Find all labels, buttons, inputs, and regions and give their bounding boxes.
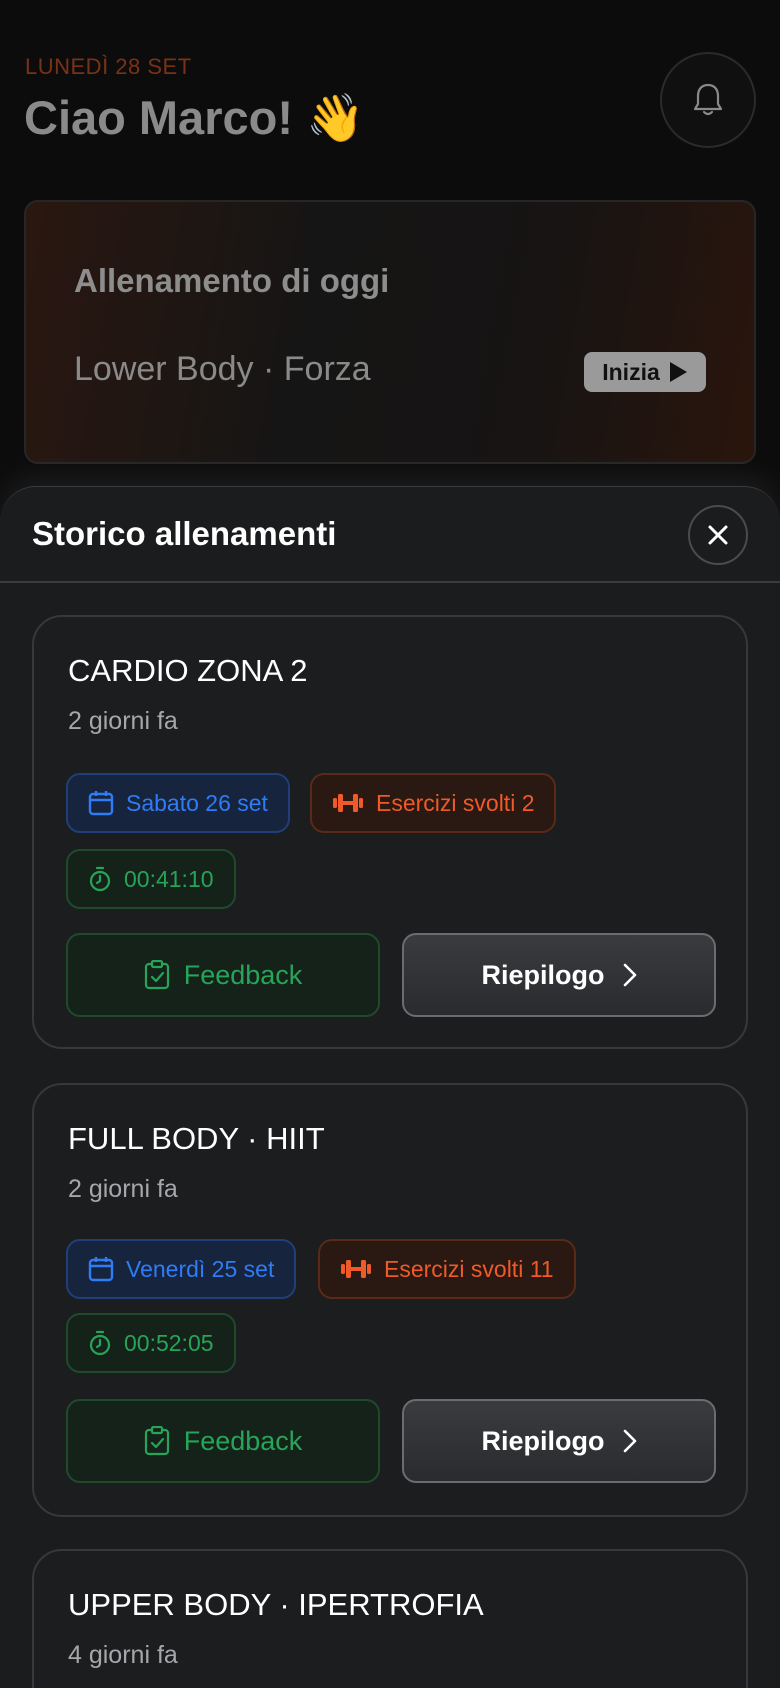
chevron-right-icon: [623, 963, 637, 987]
workout-title: FULL BODY · HIIT: [68, 1121, 325, 1156]
workout-relative-time: 4 giorni fa: [68, 1641, 178, 1669]
dumbbell-icon: [332, 791, 364, 815]
duration-chip: 00:52:05: [66, 1313, 236, 1373]
duration-chip: 00:41:10: [66, 849, 236, 909]
clipboard-check-icon: [144, 960, 170, 990]
notifications-button[interactable]: [660, 52, 756, 148]
exercises-count: Esercizi svolti 2: [376, 789, 535, 816]
exercises-count: Esercizi svolti 11: [384, 1255, 554, 1282]
start-label: Inizia: [602, 358, 660, 385]
stopwatch-icon: [88, 866, 112, 892]
workout-card[interactable]: FULL BODY · HIIT 2 giorni fa Venerdì 25 …: [32, 1083, 748, 1517]
close-icon: [707, 524, 729, 546]
start-workout-button[interactable]: Inizia: [584, 352, 706, 392]
workout-date: Sabato 26 set: [126, 789, 268, 816]
home-greeting: Ciao Marco! 👋: [24, 91, 365, 144]
workout-card[interactable]: UPPER BODY · IPERTROFIA 4 giorni fa: [32, 1549, 748, 1688]
workout-duration: 00:52:05: [124, 1329, 214, 1356]
today-workout-card[interactable]: [24, 200, 756, 464]
home-date: LUNEDÌ 28 SET: [25, 54, 192, 79]
home-screen-background: LUNEDÌ 28 SET Ciao Marco! 👋 Allenamento …: [0, 0, 780, 520]
clipboard-check-icon: [144, 1426, 170, 1456]
feedback-button[interactable]: Feedback: [66, 1399, 380, 1483]
sheet-title: Storico allenamenti: [32, 515, 337, 552]
play-icon: [668, 361, 688, 383]
workout-date: Venerdì 25 set: [126, 1255, 275, 1282]
bell-icon: [692, 82, 724, 118]
summary-button[interactable]: Riepilogo: [402, 1399, 716, 1483]
workout-title: UPPER BODY · IPERTROFIA: [68, 1587, 484, 1622]
calendar-icon: [88, 790, 114, 816]
today-workout-subtitle: Lower Body · Forza: [74, 350, 371, 388]
feedback-label: Feedback: [183, 959, 303, 990]
workout-history-sheet: Storico allenamenti CARDIO ZONA 2 2 gior…: [0, 486, 780, 1688]
stopwatch-icon: [88, 1330, 112, 1356]
summary-label: Riepilogo: [481, 959, 605, 990]
exercises-count-chip: Esercizi svolti 11: [318, 1239, 576, 1299]
feedback-label: Feedback: [183, 1425, 303, 1456]
workout-card[interactable]: CARDIO ZONA 2 2 giorni fa Sabato 26 set …: [32, 615, 748, 1049]
today-workout-title: Allenamento di oggi: [74, 262, 390, 299]
close-sheet-button[interactable]: [688, 505, 748, 565]
exercises-count-chip: Esercizi svolti 2: [310, 773, 557, 833]
chevron-right-icon: [623, 1429, 637, 1453]
workout-duration: 00:41:10: [124, 865, 214, 892]
calendar-icon: [88, 1256, 114, 1282]
dumbbell-icon: [340, 1257, 372, 1281]
workout-relative-time: 2 giorni fa: [68, 707, 178, 735]
sheet-divider: [0, 581, 780, 583]
summary-button[interactable]: Riepilogo: [402, 933, 716, 1017]
feedback-button[interactable]: Feedback: [66, 933, 380, 1017]
workout-relative-time: 2 giorni fa: [68, 1175, 178, 1203]
workout-date-chip: Sabato 26 set: [66, 773, 290, 833]
workout-title: CARDIO ZONA 2: [68, 653, 308, 688]
summary-label: Riepilogo: [481, 1425, 605, 1456]
workout-date-chip: Venerdì 25 set: [66, 1239, 297, 1299]
